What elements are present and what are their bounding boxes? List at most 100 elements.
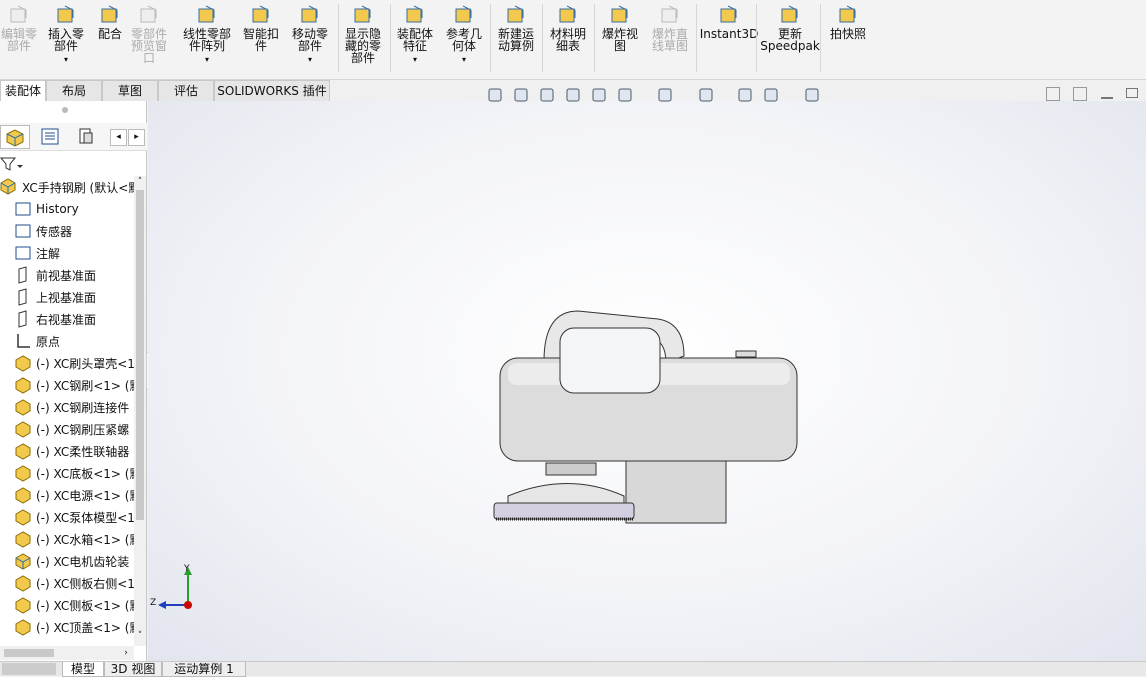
tree-item[interactable]: 前视基准面 <box>14 264 96 286</box>
tree-item[interactable]: History <box>14 198 79 220</box>
configuration-manager-tab[interactable] <box>72 125 102 149</box>
tree-item[interactable]: (-) XC顶盖<1> (默 <box>14 616 134 638</box>
tab-assembly[interactable]: 装配体 <box>0 80 46 101</box>
tree-item[interactable]: 传感器 <box>14 220 72 242</box>
panel-scroll-left-button[interactable]: ◂ <box>110 129 127 146</box>
tree-item[interactable]: (-) XC柔性联轴器 <box>14 440 129 462</box>
triad-y-label: Y <box>184 564 190 574</box>
ribbon-button-14[interactable]: Instant3D <box>700 4 758 40</box>
ribbon-button-11[interactable]: 材料明 细表 <box>546 4 590 52</box>
dropdown-arrow-icon[interactable]: ▾ <box>462 54 466 66</box>
tree-item[interactable]: (-) XC刷头罩壳<1 <box>14 352 134 374</box>
ribbon-button-1[interactable]: 插入零 部件 ▾ <box>46 4 86 66</box>
viewport-minimize-icon[interactable] <box>1101 97 1113 99</box>
scroll-down-arrow[interactable]: ˅ <box>135 630 145 642</box>
dropdown-arrow-icon[interactable]: ▾ <box>205 54 209 66</box>
scroll-thumb[interactable] <box>136 190 144 520</box>
tree-item[interactable]: (-) XC底板<1> (默 <box>14 462 134 484</box>
dropdown-arrow-icon[interactable]: ▾ <box>413 54 417 66</box>
tree-item-label: (-) XC顶盖<1> (默 <box>36 620 134 635</box>
ribbon-button-3[interactable]: 零部件 预览窗 口 <box>128 4 170 64</box>
ribbon-button-6[interactable]: 移动零 部件 ▾ <box>290 4 330 66</box>
hscroll-right-arrow[interactable]: › <box>120 646 132 660</box>
ribbon-button-16[interactable]: 拍快照 <box>826 4 870 40</box>
tab-motion-study[interactable]: 运动算例 1 <box>162 662 246 677</box>
ribbon-button-label: 零部件 预览窗 口 <box>130 27 167 65</box>
ribbon-button-label: 参考几 何体 <box>445 27 482 53</box>
zoom-area-icon[interactable] <box>511 86 533 104</box>
viewport-restore-icon[interactable] <box>1126 88 1138 98</box>
edit-appearance-icon[interactable] <box>735 86 757 104</box>
hscroll-thumb[interactable] <box>4 649 54 657</box>
zoom-to-fit-icon[interactable] <box>485 86 507 104</box>
tree-root-assembly[interactable]: XC手持钢刷 (默认<默 <box>0 176 134 198</box>
ribbon-button-9[interactable]: 参考几 何体 ▾ <box>444 4 484 66</box>
ribbon-button-5[interactable]: 智能扣 件 <box>240 4 282 52</box>
dropdown-arrow-icon[interactable]: ▾ <box>308 54 312 66</box>
viewport-next-icon[interactable] <box>1073 87 1087 101</box>
tree-scrollbar[interactable]: ˄ ˅ <box>134 176 146 646</box>
display-style-icon[interactable] <box>655 86 677 104</box>
tree-item[interactable]: 原点 <box>14 330 60 352</box>
filter-button[interactable] <box>0 153 26 175</box>
dropdown-arrow-icon[interactable]: ▾ <box>64 54 68 66</box>
ribbon-button-label: 编辑零 部件 <box>0 27 37 53</box>
tree-item[interactable]: (-) XC钢刷连接件 <box>14 396 129 418</box>
ribbon-button-7[interactable]: 显示隐 藏的零 部件 <box>342 4 384 64</box>
tree-item[interactable]: (-) XC侧板右侧<1 <box>14 572 134 594</box>
previous-view-icon[interactable] <box>537 86 559 104</box>
dynamic-annotation-icon[interactable] <box>589 86 611 104</box>
part-icon <box>15 443 31 460</box>
tree-item[interactable]: 上视基准面 <box>14 286 96 308</box>
hide-show-icon[interactable] <box>696 86 718 104</box>
insert-component-icon <box>57 5 74 23</box>
graphics-area[interactable]: Y Z <box>148 101 1146 661</box>
tree-item-label: 注解 <box>36 246 61 261</box>
tree-item[interactable]: (-) XC侧板<1> (默 <box>14 594 134 616</box>
tree-item[interactable]: (-) XC钢刷压紧螺 <box>14 418 129 440</box>
panel-scroll-right-button[interactable]: ▸ <box>128 129 145 146</box>
ribbon-button-2[interactable]: 配合 <box>96 4 124 40</box>
scroll-up-arrow[interactable]: ˄ <box>135 176 145 188</box>
view-orientation-icon[interactable] <box>615 86 637 104</box>
panel-grip[interactable] <box>62 107 68 113</box>
tree-item[interactable]: (-) XC电机齿轮装 <box>14 550 129 572</box>
section-view-icon[interactable] <box>563 86 585 104</box>
ribbon-button-8[interactable]: 装配体 特征 ▾ <box>394 4 436 66</box>
tree-item[interactable]: 注解 <box>14 242 60 264</box>
part-icon <box>15 399 31 416</box>
view-settings-icon[interactable] <box>802 86 824 104</box>
tree-item-label: 传感器 <box>36 224 73 239</box>
tab-sketch[interactable]: 草图 <box>102 80 158 101</box>
ribbon-button-label: 配合 <box>97 27 122 41</box>
history-icon <box>15 202 31 216</box>
tab-3d-view[interactable]: 3D 视图 <box>104 662 162 677</box>
property-manager-tab[interactable] <box>36 125 66 149</box>
tab-solidworks-addins[interactable]: SOLIDWORKS 插件 <box>214 80 330 101</box>
ribbon-button-label: 拍快照 <box>829 27 866 41</box>
ribbon-button-4[interactable]: 线性零部 件阵列 ▾ <box>180 4 234 66</box>
tree-item[interactable]: (-) XC电源<1> (默 <box>14 484 134 506</box>
ribbon-button-15[interactable]: 更新 Speedpak <box>760 4 820 52</box>
ribbon-button-13[interactable]: 爆炸直 线草图 <box>648 4 692 52</box>
ribbon-button-10[interactable]: 新建运 动算例 <box>494 4 538 52</box>
feature-tree-tab[interactable] <box>0 125 30 149</box>
ribbon-button-0[interactable]: 编辑零 部件 <box>0 4 38 52</box>
tab-model[interactable]: 模型 <box>62 662 104 677</box>
bottom-nav-arrows[interactable] <box>2 663 56 675</box>
speedpak-icon <box>781 5 798 23</box>
tree-hscrollbar[interactable]: › <box>0 646 134 660</box>
tree-item[interactable]: (-) XC钢刷<1> (默 <box>14 374 134 396</box>
tree-item[interactable]: 右视基准面 <box>14 308 96 330</box>
smart-fastener-icon <box>252 5 269 23</box>
tab-evaluate[interactable]: 评估 <box>158 80 214 101</box>
ribbon-button-12[interactable]: 爆炸视 图 <box>598 4 642 52</box>
ribbon-button-label: 显示隐 藏的零 部件 <box>344 27 381 65</box>
configuration-manager-icon <box>79 128 93 144</box>
ribbon-button-label: 装配体 特征 <box>396 27 433 53</box>
viewport-prev-icon[interactable] <box>1046 87 1060 101</box>
tree-item[interactable]: (-) XC泵体模型<1 <box>14 506 134 528</box>
tree-item[interactable]: (-) XC水箱<1> (默 <box>14 528 134 550</box>
apply-scene-icon[interactable] <box>761 86 783 104</box>
tab-layout[interactable]: 布局 <box>46 80 102 101</box>
